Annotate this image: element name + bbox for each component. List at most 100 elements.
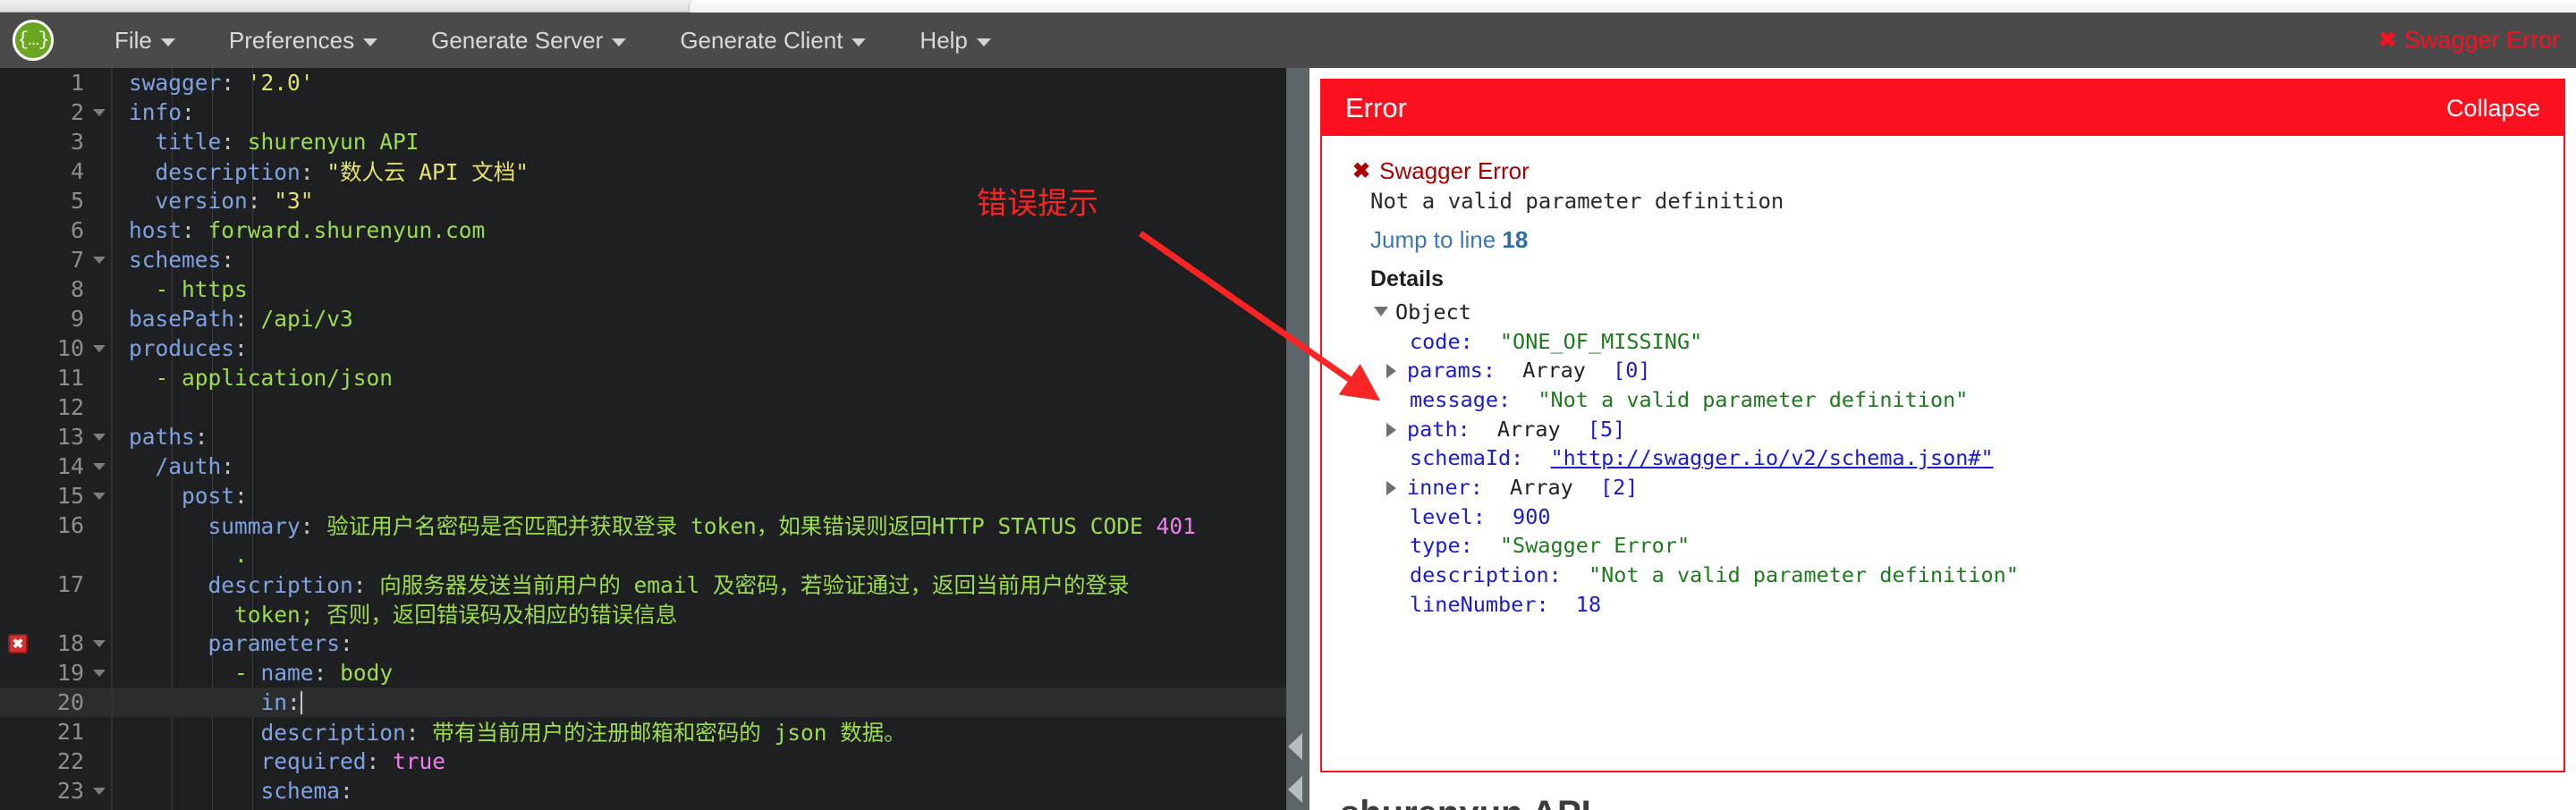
tree-node-key: inner: (1407, 474, 1483, 500)
fold-toggle-icon[interactable] (88, 492, 111, 500)
tree-node: schemaId: "http://swagger.io/v2/schema.j… (1410, 443, 2533, 473)
tree-node-link[interactable]: "http://swagger.io/v2/schema.json#" (1551, 443, 1994, 473)
tree-node-value: "Not a valid parameter definition" (1588, 561, 2019, 587)
editor-line[interactable]: 8 - https (0, 274, 1286, 304)
tree-root-node[interactable]: Object (1374, 298, 2533, 327)
tree-node[interactable]: path: Array [5] (1386, 415, 2533, 444)
code-line-text: host: forward.shurenyun.com (129, 217, 486, 243)
splitter-handle-icon[interactable] (1288, 776, 1302, 803)
editor-line[interactable]: 11 - application/json (0, 363, 1286, 392)
tree-node-key: params: (1407, 358, 1496, 384)
code-line-text: description: 带有当前用户的注册邮箱和密码的 json 数据。 (260, 720, 906, 746)
line-number: 17 (56, 571, 84, 597)
editor-line[interactable]: 3 title: shurenyun API (0, 127, 1286, 156)
editor-line[interactable]: 23 schema: (0, 776, 1286, 806)
editor-line[interactable]: 13 paths: (0, 422, 1286, 451)
code-line-text: parameters: (208, 630, 353, 656)
editor-line[interactable]: 7 schemes: (0, 245, 1286, 274)
menu-item-preferences[interactable]: Preferences (202, 27, 404, 55)
fold-toggle-icon[interactable] (88, 108, 111, 116)
fold-toggle-icon[interactable] (88, 639, 111, 647)
tree-node: type: "Swagger Error" (1410, 531, 2533, 561)
details-heading: Details (1370, 266, 1444, 291)
fold-toggle-icon[interactable] (88, 669, 111, 677)
fold-toggle-icon[interactable] (88, 256, 111, 264)
chevron-down-icon[interactable] (1374, 307, 1388, 316)
menu-item-generate-server[interactable]: Generate Server (404, 27, 653, 55)
tree-node[interactable]: inner: Array [2] (1386, 473, 2533, 502)
editor-line[interactable]: 12 (0, 392, 1286, 422)
editor-line[interactable]: 16 summary: 验证用户名密码是否匹配并获取登录 token，如果错误则… (0, 510, 1286, 540)
tree-node-value: "Swagger Error" (1499, 533, 1690, 559)
chevron-right-icon[interactable] (1386, 422, 1396, 437)
code-line-text: description: "数人云 API 文档" (155, 159, 530, 185)
code-line-text: token; 否则，返回错误码及相应的错误信息 (234, 602, 678, 628)
fold-toggle-icon[interactable] (88, 462, 111, 470)
chevron-down-icon (363, 38, 378, 46)
editor-line[interactable]: 9 basePath: /api/v3 (0, 304, 1286, 333)
tree-node-count: [5] (1587, 416, 1626, 442)
menu-item-help[interactable]: Help (893, 27, 1017, 55)
menu-item-help-label: Help (919, 26, 968, 54)
tree-node: lineNumber: 18 (1410, 590, 2533, 620)
chevron-right-icon[interactable] (1386, 364, 1396, 379)
tree-node-value: Array (1496, 416, 1561, 442)
swagger-logo-icon[interactable]: {…} (13, 20, 54, 61)
collapse-button[interactable]: Collapse (2446, 95, 2540, 122)
code-line-text: - name: body (234, 660, 394, 686)
editor-line[interactable]: 22 required: true (0, 747, 1286, 776)
editor-line[interactable]: 2 info: (0, 97, 1286, 127)
gutter-separator (111, 392, 113, 422)
header-error-status[interactable]: ✖ Swagger Error (2378, 27, 2560, 55)
line-error-gutter[interactable]: ✖ (0, 633, 36, 654)
fold-toggle-icon[interactable] (88, 344, 111, 352)
editor-line[interactable]: ✖ 18 parameters: (0, 629, 1286, 658)
code-line-text: - https (155, 276, 248, 302)
chevron-right-icon[interactable] (1386, 480, 1396, 495)
editor-line[interactable]: 1 swagger: '2.0' (0, 68, 1286, 97)
tree-node-value: Array (1510, 474, 1573, 500)
fold-toggle-icon[interactable] (88, 787, 111, 795)
tree-node-key: schemaId: (1410, 445, 1524, 471)
jump-to-line-link[interactable]: Jump to line 18 (1370, 226, 2533, 254)
code-line-text: version: "3" (155, 188, 314, 214)
code-line-text: basePath: /api/v3 (129, 306, 353, 332)
line-number: 16 (56, 512, 84, 538)
tree-node[interactable]: params: Array [0] (1386, 356, 2533, 385)
code-line-text: required: true (260, 748, 446, 774)
error-panel-header: Error Collapse (1322, 80, 2563, 136)
preview-pane: Error Collapse ✖ Swagger Error Not a val… (1309, 68, 2576, 810)
code-line-text: post: (182, 483, 248, 509)
editor-line[interactable]: token; 否则，返回错误码及相应的错误信息 (0, 599, 1286, 629)
editor-line[interactable]: 20 in: (0, 688, 1286, 717)
editor-line[interactable]: 15 post: (0, 481, 1286, 510)
error-marker-icon[interactable]: ✖ (8, 633, 28, 654)
browser-tab[interactable] (689, 0, 2576, 13)
splitter-handle-icon[interactable] (1288, 733, 1302, 760)
error-x-icon: ✖ (1352, 159, 1371, 183)
editor-line[interactable]: 17 description: 向服务器发送当前用户的 email 及密码，若验… (0, 570, 1286, 599)
annotation-label: 错误提示 (977, 187, 1098, 221)
tree-node: level: 900 (1410, 502, 2533, 532)
editor-line[interactable]: 21 description: 带有当前用户的注册邮箱和密码的 json 数据。 (0, 717, 1286, 747)
pane-splitter[interactable] (1286, 68, 1309, 810)
error-x-icon: ✖ (2377, 28, 2396, 53)
code-line-text: swagger: '2.0' (129, 70, 314, 96)
code-line-text: schemes: (129, 247, 235, 273)
editor-line[interactable]: . (0, 540, 1286, 570)
editor-line[interactable]: 19 - name: body (0, 658, 1286, 688)
editor-line[interactable]: 14 /auth: (0, 451, 1286, 481)
editor-line[interactable]: 24 $ref: '#/definitions/Auth' (0, 806, 1286, 810)
fold-toggle-icon[interactable] (88, 433, 111, 441)
menu-item-file-label: File (114, 26, 152, 54)
tree-node-count: [2] (1599, 474, 1639, 500)
error-panel-title: Error (1345, 92, 1407, 123)
editor-line[interactable]: 10 produces: (0, 333, 1286, 363)
tree-node-key: type: (1410, 533, 1473, 559)
code-line-text: description: 向服务器发送当前用户的 email 及密码，若验证通过… (208, 572, 1130, 598)
menu-item-generate-client[interactable]: Generate Client (653, 27, 893, 55)
tree-node-value: "Not a valid parameter definition" (1538, 386, 1969, 412)
tree-node: message: "Not a valid parameter definiti… (1410, 385, 2533, 415)
line-number: 1 (70, 70, 84, 96)
menu-item-file[interactable]: File (88, 27, 202, 55)
